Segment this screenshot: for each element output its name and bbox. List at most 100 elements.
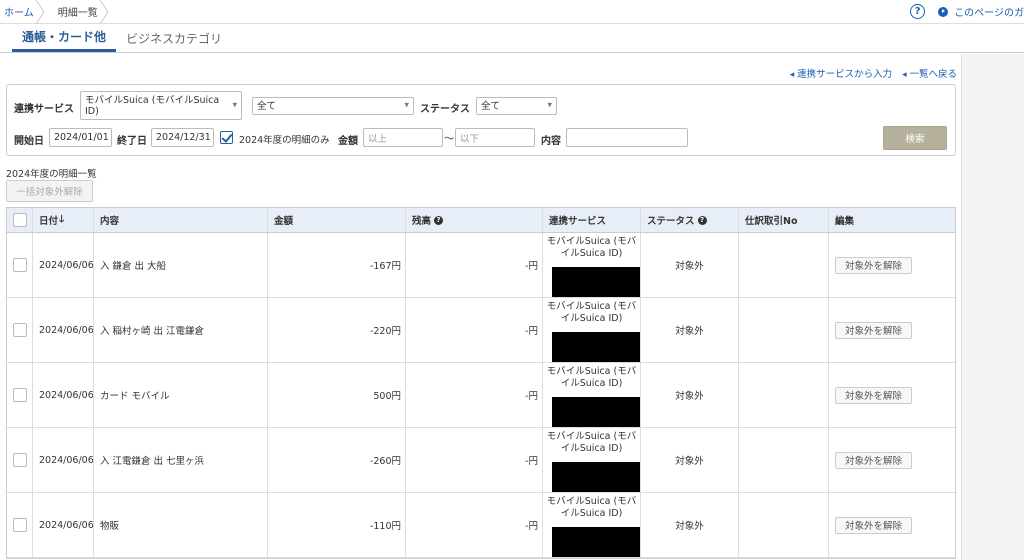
row-service: モバイルSuica (モバイルSuica ID) — [543, 233, 641, 297]
balance-help-icon[interactable]: ? — [434, 215, 444, 225]
row-date: 2024/06/06 — [33, 298, 94, 362]
page-guide-link[interactable]: このページのガ — [954, 4, 1024, 19]
content-panel: 連携サービスから入力 一覧へ戻る 連携サービス モバイルSuica (モバイルS… — [0, 54, 962, 560]
breadcrumb-separator-icon — [99, 0, 109, 24]
search-button[interactable]: 検索 — [883, 126, 947, 150]
header-status-label: ステータス — [647, 216, 695, 227]
row-amount: -260円 — [268, 428, 406, 492]
select-all-checkbox[interactable] — [12, 213, 27, 227]
table-row: 2024/06/06 カード モバイル 500円 -円 モバイルSuica (モ… — [7, 363, 955, 428]
end-date-input[interactable]: 2024/12/31 — [151, 128, 214, 147]
transactions-table: 日付 🡓 内容 金額 残高? 連携サービス ステータス? 仕訳取引No 編集 20… — [6, 207, 956, 559]
tab-passbook-card[interactable]: 通帳・カード他 — [12, 24, 117, 52]
row-service: モバイルSuica (モバイルSuica ID) — [543, 298, 641, 362]
year-only-label: 2024年度の明細のみ — [239, 135, 330, 146]
row-status: 対象外 — [641, 363, 739, 427]
content-input[interactable] — [566, 128, 688, 147]
play-circle-icon — [938, 6, 949, 17]
unexclude-button[interactable]: 対象外を解除 — [835, 451, 912, 469]
row-status: 対象外 — [641, 428, 739, 492]
row-checkbox-cell — [7, 233, 33, 297]
row-edit: 対象外を解除 — [829, 493, 955, 557]
table-row: 2024/06/06 入 稲村ヶ崎 出 江電鎌倉 -220円 -円 モバイルSu… — [7, 298, 955, 363]
start-date-label: 開始日 — [14, 136, 44, 147]
row-amount: -110円 — [268, 493, 406, 557]
row-journal — [739, 363, 829, 427]
row-checkbox[interactable] — [12, 388, 27, 402]
redaction-block — [552, 527, 640, 557]
amount-min-input[interactable]: 以上 — [363, 128, 443, 147]
unexclude-button[interactable]: 対象外を解除 — [835, 386, 912, 404]
row-service: モバイルSuica (モバイルSuica ID) — [543, 363, 641, 427]
row-date: 2024/06/06 — [33, 493, 94, 557]
start-date-input[interactable]: 2024/01/01 — [49, 128, 112, 147]
redaction-block — [552, 397, 640, 427]
tab-business-category[interactable]: ビジネスカテゴリ — [116, 24, 232, 52]
content-label: 内容 — [541, 136, 561, 147]
row-service-label: モバイルSuica (モバイルSuica ID) — [546, 366, 637, 389]
row-status: 対象外 — [641, 298, 739, 362]
link-service-input-link[interactable]: 連携サービスから入力 — [790, 66, 892, 80]
row-balance: -円 — [406, 298, 543, 362]
row-service-label: モバイルSuica (モバイルSuica ID) — [546, 236, 637, 259]
header-balance: 残高? — [406, 208, 543, 232]
unexclude-button[interactable]: 対象外を解除 — [835, 256, 912, 274]
table-header: 日付 🡓 内容 金額 残高? 連携サービス ステータス? 仕訳取引No 編集 — [7, 208, 955, 233]
service-label: 連携サービス — [14, 104, 74, 115]
status-help-icon[interactable]: ? — [697, 215, 707, 225]
row-checkbox-cell — [7, 298, 33, 362]
header-status: ステータス? — [641, 208, 739, 232]
service-sub-select[interactable]: 全て — [252, 97, 414, 115]
row-service-label: モバイルSuica (モバイルSuica ID) — [546, 301, 637, 324]
row-content: 入 鎌倉 出 大船 — [94, 233, 268, 297]
help-area: ? このページのガ — [910, 4, 1024, 19]
row-journal — [739, 233, 829, 297]
row-balance: -円 — [406, 363, 543, 427]
row-date: 2024/06/06 — [33, 233, 94, 297]
row-checkbox[interactable] — [12, 518, 27, 532]
row-amount: -167円 — [268, 233, 406, 297]
header-balance-label: 残高 — [412, 216, 432, 227]
select-all-cell — [7, 208, 33, 232]
row-checkbox[interactable] — [12, 258, 27, 272]
top-bar: ホーム 明細一覧 ? このページのガ — [0, 0, 1024, 24]
row-edit: 対象外を解除 — [829, 363, 955, 427]
breadcrumb-current: 明細一覧 — [48, 0, 112, 24]
header-date-label: 日付 — [39, 216, 59, 227]
table-row: 2024/06/06 物販 -110円 -円 モバイルSuica (モバイルSu… — [7, 493, 955, 558]
row-balance: -円 — [406, 493, 543, 557]
end-date-label: 終了日 — [117, 136, 147, 147]
status-select[interactable]: 全て — [476, 97, 557, 115]
unexclude-button[interactable]: 対象外を解除 — [835, 516, 912, 534]
row-journal — [739, 298, 829, 362]
table-row: 2024/06/06 入 鎌倉 出 大船 -167円 -円 モバイルSuica … — [7, 233, 955, 298]
unexclude-button[interactable]: 対象外を解除 — [835, 321, 912, 339]
breadcrumb-home[interactable]: ホーム — [0, 0, 48, 24]
row-content: 入 江電鎌倉 出 七里ヶ浜 — [94, 428, 268, 492]
sort-down-icon: 🡓 — [59, 213, 65, 225]
bulk-unexclude-button[interactable]: 一括対象外解除 — [6, 180, 93, 202]
year-only-checkbox[interactable] — [220, 131, 233, 144]
amount-label: 金額 — [338, 136, 358, 147]
row-service: モバイルSuica (モバイルSuica ID) — [543, 493, 641, 557]
row-balance: -円 — [406, 428, 543, 492]
back-to-list-link[interactable]: 一覧へ戻る — [902, 66, 957, 80]
row-content: 物販 — [94, 493, 268, 557]
filter-panel: 連携サービス モバイルSuica (モバイルSuica ID) 全て ステータス… — [6, 84, 956, 156]
row-checkbox[interactable] — [12, 323, 27, 337]
header-service: 連携サービス — [543, 208, 641, 232]
row-service-label: モバイルSuica (モバイルSuica ID) — [546, 431, 637, 454]
row-balance: -円 — [406, 233, 543, 297]
amount-max-input[interactable]: 以下 — [455, 128, 535, 147]
service-select[interactable]: モバイルSuica (モバイルSuica ID) — [80, 91, 242, 120]
header-actions: 連携サービスから入力 一覧へ戻る — [790, 66, 957, 80]
help-question-icon[interactable]: ? — [910, 4, 926, 19]
amount-tilde: 〜 — [444, 134, 454, 145]
row-checkbox-cell — [7, 428, 33, 492]
header-date[interactable]: 日付 🡓 — [33, 208, 94, 232]
header-edit: 編集 — [835, 216, 855, 227]
row-edit: 対象外を解除 — [829, 428, 955, 492]
row-service: モバイルSuica (モバイルSuica ID) — [543, 428, 641, 492]
row-checkbox[interactable] — [12, 453, 27, 467]
list-title: 2024年度の明細一覧 — [6, 169, 97, 180]
